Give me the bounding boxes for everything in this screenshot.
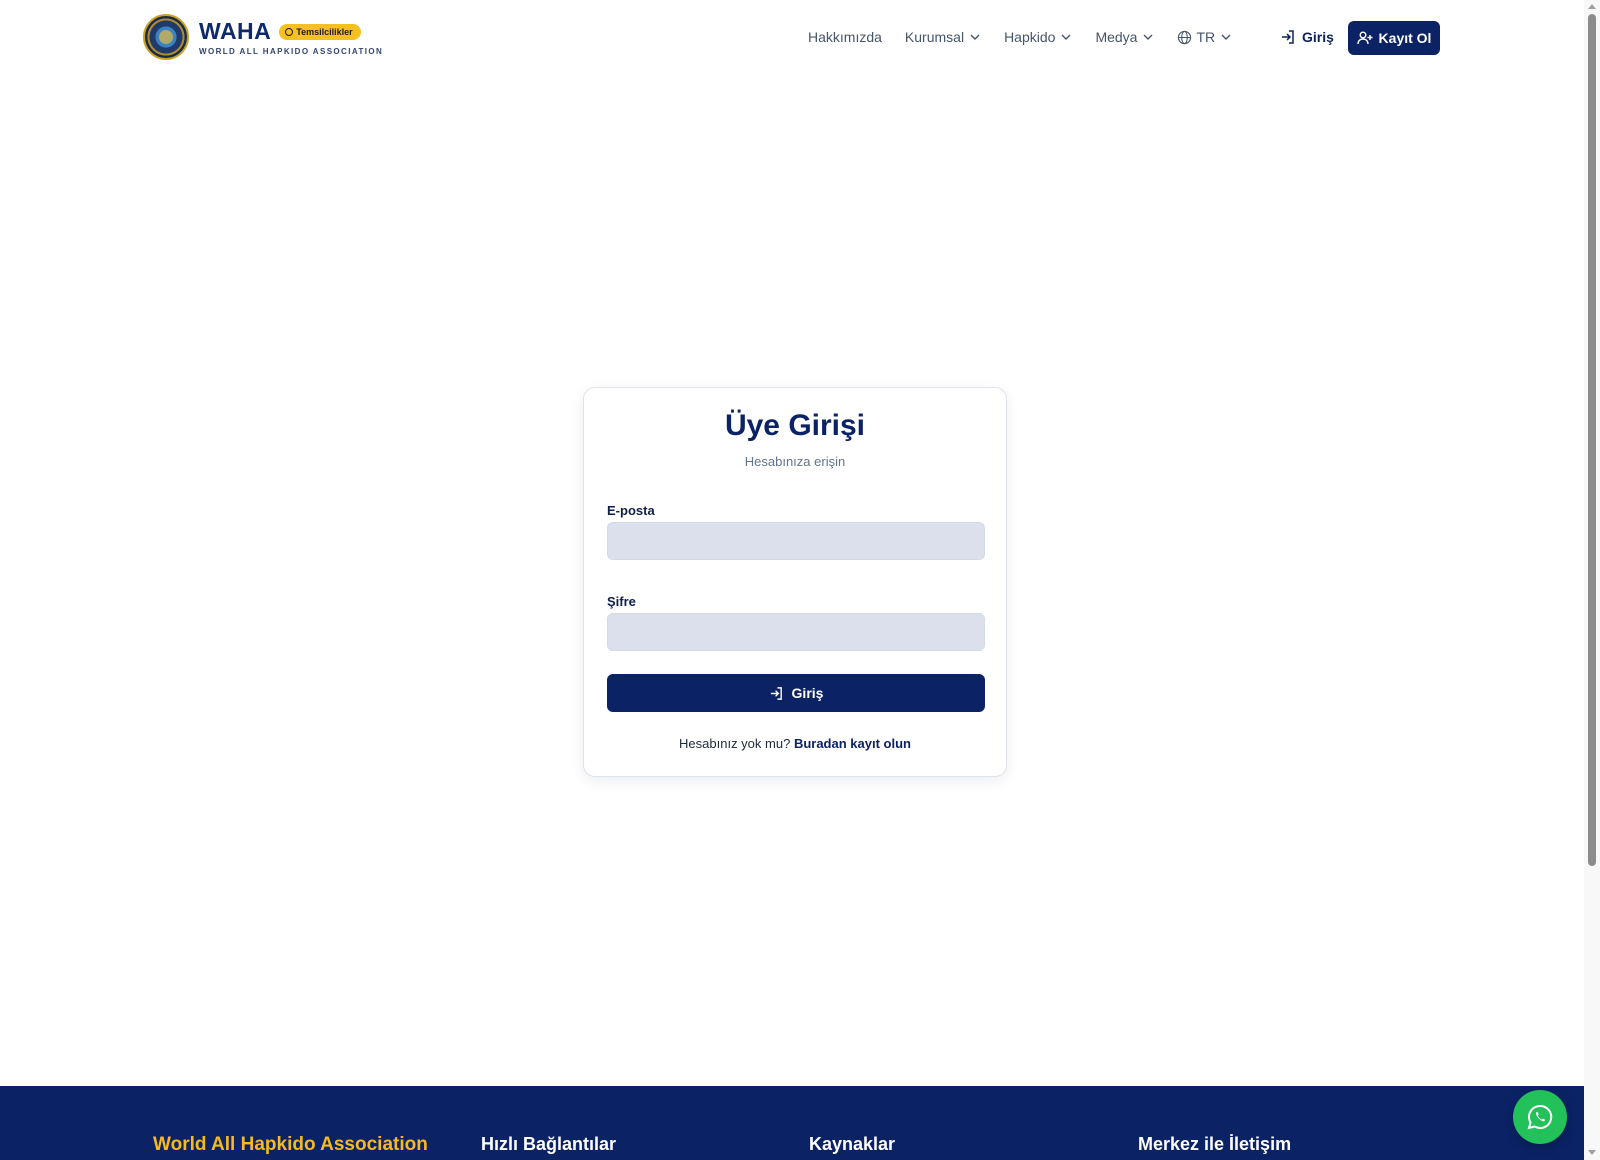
main-nav: Hakkımızda Kurumsal Hapkido Medya TR <box>808 20 1255 54</box>
site-header: WAHA Temsilcilikler WORLD ALL HAPKIDO AS… <box>0 0 1584 76</box>
register-link[interactable]: Buradan kayıt olun <box>794 736 911 751</box>
nav-item-hapkido[interactable]: Hapkido <box>1004 29 1072 45</box>
nav-item-medya[interactable]: Medya <box>1095 29 1154 45</box>
whatsapp-button[interactable] <box>1513 1090 1567 1144</box>
waha-emblem-icon <box>143 14 189 60</box>
login-card: Üye Girişi Hesabınıza erişin E-posta Şif… <box>583 387 1007 777</box>
header-register-button[interactable]: Kayıt Ol <box>1348 21 1440 55</box>
logo-text: WAHA Temsilcilikler WORLD ALL HAPKIDO AS… <box>199 18 383 56</box>
page-title: Üye Girişi <box>724 409 866 442</box>
login-icon <box>1282 30 1294 44</box>
login-icon <box>770 686 782 700</box>
logo-title: WAHA <box>199 18 272 44</box>
chevron-down-icon <box>970 34 980 40</box>
badge-icon <box>285 27 294 36</box>
chevron-down-icon <box>1061 34 1071 40</box>
footer-contact-title: Merkez ile İletişim <box>1138 1134 1292 1154</box>
scroll-up-arrow[interactable] <box>1588 4 1596 9</box>
language-selector[interactable]: TR <box>1177 29 1232 45</box>
nav-item-hakkimizda[interactable]: Hakkımızda <box>808 29 882 45</box>
chevron-down-icon <box>1221 34 1231 40</box>
site-footer: World All Hapkido Association Hızlı Bağl… <box>0 1086 1584 1160</box>
whatsapp-icon <box>1527 1104 1553 1130</box>
footer-quick-links-title: Hızlı Bağlantılar <box>481 1134 617 1154</box>
nav-item-kurumsal[interactable]: Kurumsal <box>905 29 981 45</box>
scroll-thumb[interactable] <box>1588 14 1596 866</box>
chevron-down-icon <box>1143 34 1153 40</box>
globe-icon <box>1178 30 1192 44</box>
password-label: Şifre <box>607 594 636 609</box>
page-scrollbar[interactable] <box>1584 0 1600 1160</box>
register-prompt-text: Hesabınız yok mu? <box>679 736 791 751</box>
language-label: TR <box>1196 29 1216 45</box>
user-plus-icon <box>1356 31 1373 45</box>
representatives-badge[interactable]: Temsilcilikler <box>279 23 361 40</box>
scroll-down-arrow[interactable] <box>1588 1150 1596 1155</box>
password-field[interactable] <box>607 613 985 651</box>
logo-subtitle: WORLD ALL HAPKIDO ASSOCIATION <box>199 47 384 56</box>
footer-brand: World All Hapkido Association <box>153 1134 428 1155</box>
register-prompt: Hesabınız yok mu? Buradan kayıt olun <box>584 736 1006 751</box>
header-login-button[interactable]: Giriş <box>1280 20 1334 54</box>
login-submit-button[interactable]: Giriş <box>607 674 985 712</box>
footer-resources-title: Kaynaklar <box>809 1134 896 1154</box>
email-label: E-posta <box>607 503 655 518</box>
badge-label: Temsilcilikler <box>296 26 353 37</box>
email-field[interactable] <box>607 522 985 560</box>
site-logo[interactable]: WAHA Temsilcilikler WORLD ALL HAPKIDO AS… <box>143 14 383 60</box>
page-subtitle: Hesabınıza erişin <box>744 454 846 469</box>
